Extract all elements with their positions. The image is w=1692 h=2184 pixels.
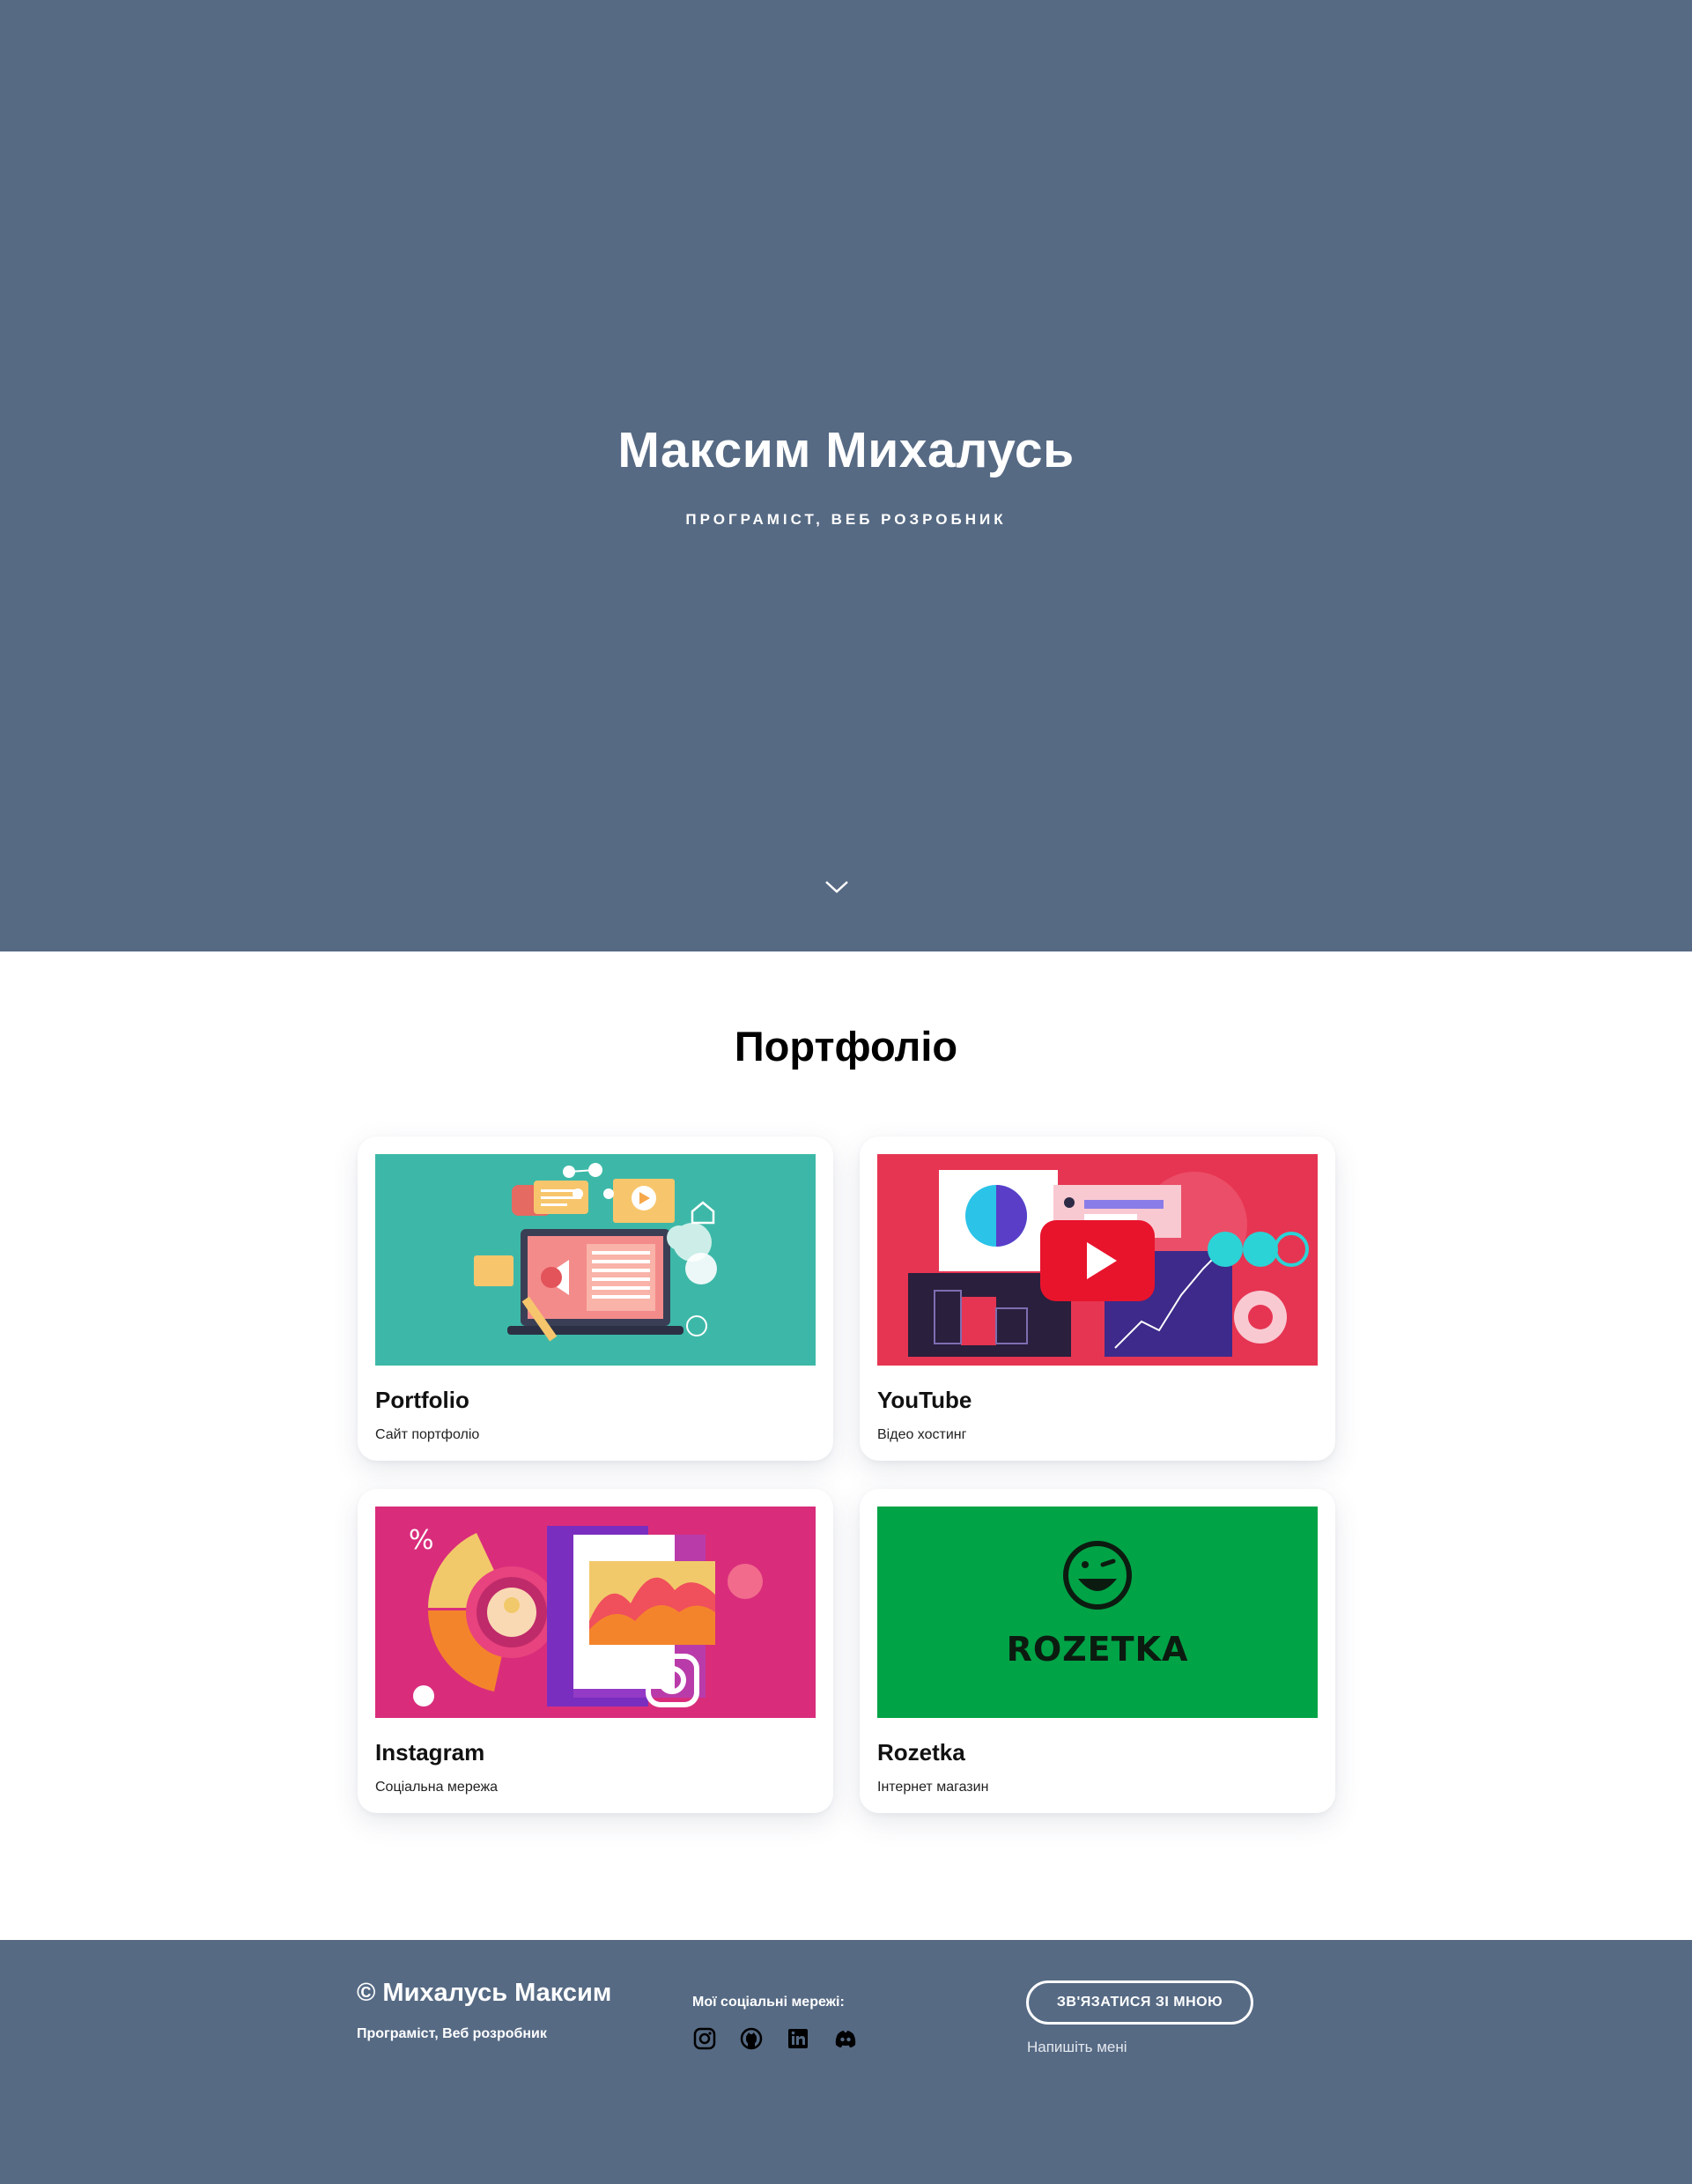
instagram-icon[interactable] bbox=[692, 2026, 717, 2051]
chevron-down-icon[interactable] bbox=[824, 877, 850, 898]
portfolio-card-instagram[interactable]: % Instagram Соціальна мережа bbox=[358, 1489, 833, 1813]
card-description: Інтернет магазин bbox=[877, 1780, 989, 1795]
svg-text:%: % bbox=[409, 1525, 434, 1556]
card-image-portfolio bbox=[375, 1154, 816, 1366]
card-description: Відео хостинг bbox=[877, 1427, 967, 1442]
portfolio-title: Портфоліо bbox=[734, 1023, 958, 1070]
card-image-rozetka: ROZETKA bbox=[877, 1507, 1318, 1718]
rozetka-logo-text: ROZETKA bbox=[1006, 1630, 1189, 1669]
footer-copyright: © Михалусь Максим bbox=[357, 1979, 612, 2007]
card-image-youtube bbox=[877, 1154, 1318, 1366]
card-image-instagram: % bbox=[375, 1507, 816, 1718]
footer-role: Програміст, Веб розробник bbox=[357, 2026, 547, 2041]
hero-subtitle: програміст, веб розробник bbox=[685, 511, 1007, 528]
social-label: Мої соціальні мережі: bbox=[692, 1995, 845, 2010]
hero-title: Максим Михалусь bbox=[617, 422, 1075, 478]
write-me-link[interactable]: Напишіть мені bbox=[1027, 2039, 1127, 2056]
card-title: YouTube bbox=[877, 1387, 972, 1413]
card-title: Rozetka bbox=[877, 1739, 965, 1766]
card-description: Соціальна мережа bbox=[375, 1780, 499, 1795]
discord-icon[interactable] bbox=[833, 2026, 858, 2051]
portfolio-card-rozetka[interactable]: ROZETKA Rozetka Інтернет магазин bbox=[860, 1489, 1335, 1813]
portfolio-card-youtube[interactable]: YouTube Відео хостинг bbox=[860, 1136, 1335, 1461]
contact-button[interactable]: Зв'язатися зі мною bbox=[1026, 1980, 1253, 2025]
card-title: Instagram bbox=[375, 1739, 485, 1766]
hero-section: Максим Михалусь програміст, веб розробни… bbox=[0, 0, 1692, 951]
footer: © Михалусь Максим Програміст, Веб розроб… bbox=[0, 1940, 1692, 2184]
linkedin-icon[interactable] bbox=[786, 2026, 810, 2051]
portfolio-card-portfolio[interactable]: Portfolio Сайт портфоліо bbox=[358, 1136, 833, 1461]
card-description: Сайт портфоліо bbox=[375, 1427, 480, 1442]
github-icon[interactable] bbox=[739, 2026, 764, 2051]
card-title: Portfolio bbox=[375, 1387, 469, 1413]
